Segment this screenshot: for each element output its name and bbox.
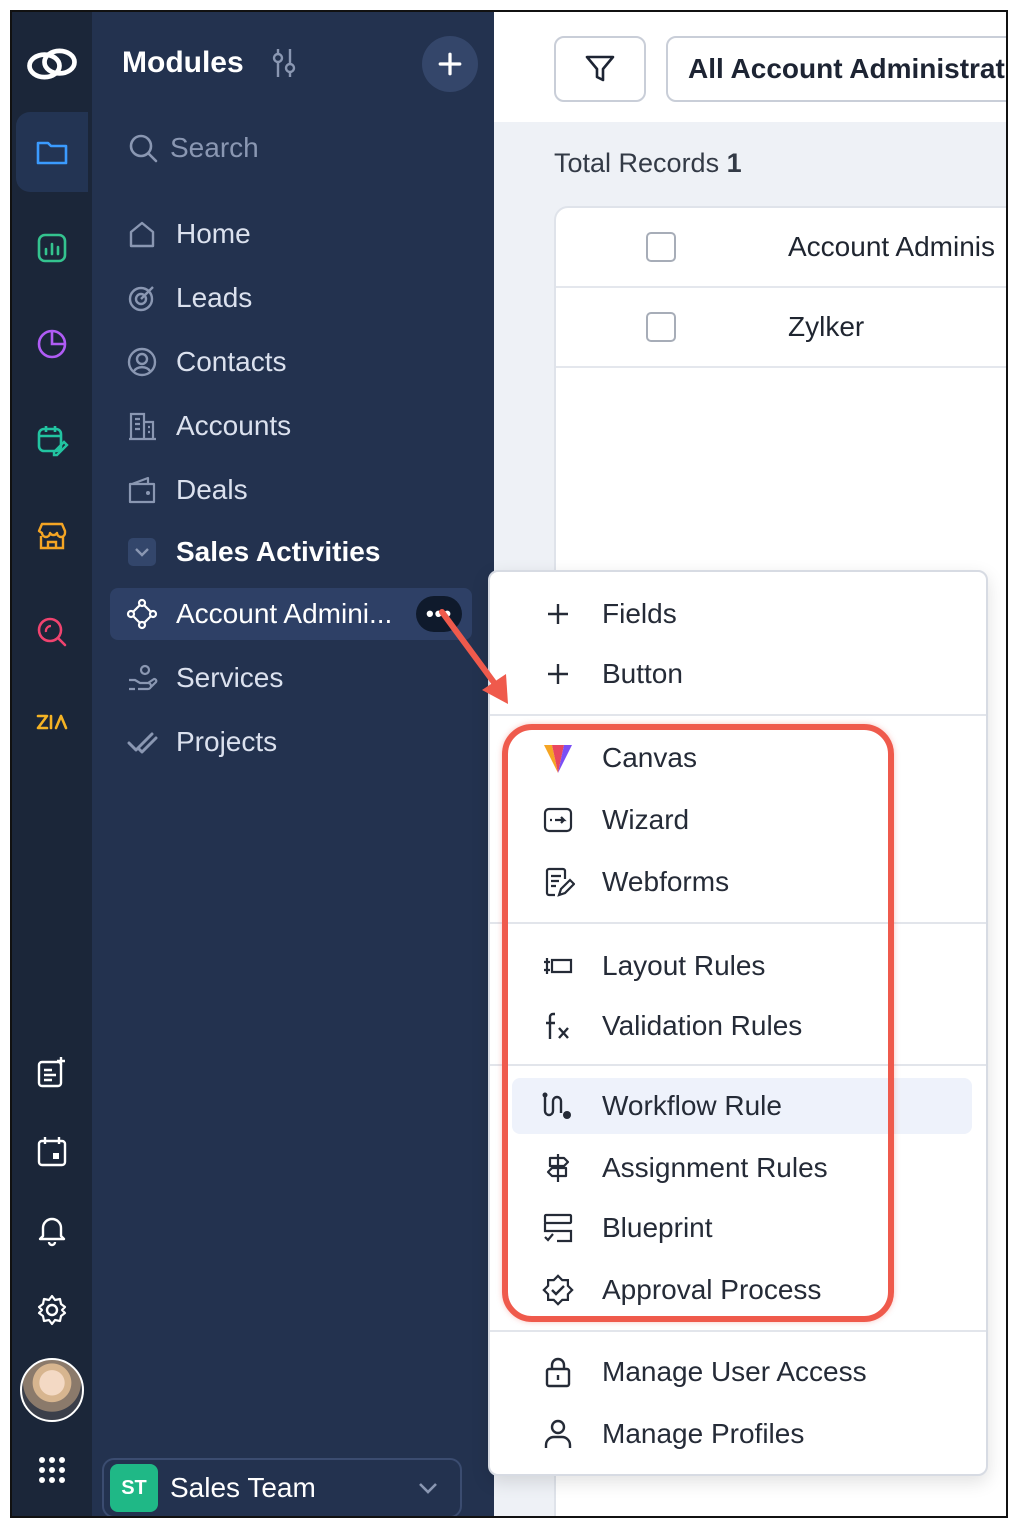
menu-item-label: Button <box>602 658 683 689</box>
sidebar-item-sales-activities[interactable]: Sales Activities <box>110 526 472 578</box>
contact-icon <box>126 346 158 378</box>
menu-item-manage-user-access[interactable]: Manage User Access <box>512 1344 968 1400</box>
notification-bell-icon[interactable] <box>22 1200 82 1260</box>
double-check-icon <box>126 726 158 758</box>
add-module-button[interactable] <box>422 36 478 92</box>
zia-icon[interactable] <box>22 692 82 752</box>
column-header[interactable]: Account Adminis <box>788 231 995 263</box>
annotation-highlight-box <box>502 724 894 1322</box>
wallet-icon <box>126 474 158 506</box>
search-insights-icon[interactable] <box>22 602 82 662</box>
total-records-label: Total Records <box>554 148 720 178</box>
reports-pie-icon[interactable] <box>22 314 82 374</box>
modules-sidebar: Modules Search Home Leads Contacts Accou… <box>92 12 494 1516</box>
team-badge: ST <box>110 1464 158 1512</box>
team-switcher[interactable]: ST Sales Team <box>102 1458 462 1516</box>
row-checkbox[interactable] <box>646 312 676 342</box>
sidebar-item-label: Sales Activities <box>176 536 381 567</box>
chevron-down-icon[interactable] <box>126 536 158 568</box>
sidebar-item-label: Home <box>176 218 251 249</box>
sidebar-item-account-administration[interactable]: Account Admini... ••• <box>110 588 472 640</box>
menu-divider <box>490 714 986 716</box>
new-note-icon[interactable] <box>22 1042 82 1102</box>
customize-modules-icon[interactable] <box>270 46 300 80</box>
user-icon <box>540 1416 576 1452</box>
target-icon <box>126 282 158 314</box>
view-selector[interactable]: All Account Administrat <box>666 36 1006 102</box>
lock-icon <box>540 1354 576 1390</box>
settings-gear-icon[interactable] <box>22 1280 82 1340</box>
menu-item-manage-profiles[interactable]: Manage Profiles <box>512 1406 968 1462</box>
marketplace-store-icon[interactable] <box>22 506 82 566</box>
list-toolbar: All Account Administrat <box>494 12 1006 122</box>
menu-divider <box>490 1330 986 1332</box>
sidebar-item-label: Projects <box>176 726 278 757</box>
plus-icon <box>540 596 576 632</box>
icon-rail <box>12 12 92 1516</box>
plus-icon <box>540 656 576 692</box>
nodes-icon <box>126 598 158 630</box>
sidebar-item-label: Account Admini... <box>176 598 393 629</box>
filter-button[interactable] <box>554 36 646 102</box>
menu-item-label: Manage Profiles <box>602 1418 805 1449</box>
modules-folder-icon[interactable] <box>16 112 88 192</box>
menu-item-button[interactable]: Button <box>512 646 968 702</box>
chevron-down-icon <box>419 1483 437 1494</box>
sidebar-item-label: Contacts <box>176 346 287 377</box>
search-placeholder: Search <box>170 132 259 163</box>
sidebar-item-services[interactable]: Services <box>110 652 472 704</box>
annotation-arrow <box>439 609 508 704</box>
sidebar-item-projects[interactable]: Projects <box>110 716 472 768</box>
total-records-count: 1 <box>726 148 742 178</box>
sidebar-item-leads[interactable]: Leads <box>110 272 472 324</box>
menu-item-label: Fields <box>602 598 677 629</box>
apps-grid-icon[interactable] <box>22 1440 82 1500</box>
services-hand-icon <box>126 662 158 694</box>
module-search-input[interactable]: Search <box>128 130 259 166</box>
total-records: Total Records 1 <box>554 148 742 179</box>
sidebar-item-accounts[interactable]: Accounts <box>110 400 472 452</box>
table-cell[interactable]: Zylker <box>788 311 864 343</box>
search-icon <box>129 134 158 163</box>
table-header-row: Account Adminis <box>556 208 1006 288</box>
sidebar-item-label: Accounts <box>176 410 292 441</box>
team-label: Sales Team <box>170 1472 316 1503</box>
sidebar-item-label: Services <box>176 662 284 693</box>
select-all-checkbox[interactable] <box>646 232 676 262</box>
sidebar-item-label: Deals <box>176 474 248 505</box>
crm-logo-icon[interactable] <box>20 32 84 96</box>
building-icon <box>126 410 158 442</box>
sidebar-item-deals[interactable]: Deals <box>110 464 472 516</box>
home-icon <box>126 218 158 250</box>
filter-icon <box>585 55 615 82</box>
user-avatar[interactable] <box>20 1358 84 1422</box>
activities-calendar-icon[interactable] <box>22 410 82 470</box>
menu-item-fields[interactable]: Fields <box>512 586 968 642</box>
calendar-icon[interactable] <box>22 1122 82 1182</box>
sidebar-title: Modules <box>122 46 244 79</box>
sidebar-item-label: Leads <box>176 282 253 313</box>
analytics-icon[interactable] <box>22 218 82 278</box>
sidebar-item-home[interactable]: Home <box>110 208 472 260</box>
sidebar-item-contacts[interactable]: Contacts <box>110 336 472 388</box>
table-row[interactable]: Zylker <box>556 288 1006 368</box>
menu-item-label: Manage User Access <box>602 1356 867 1387</box>
plus-icon <box>438 52 462 76</box>
